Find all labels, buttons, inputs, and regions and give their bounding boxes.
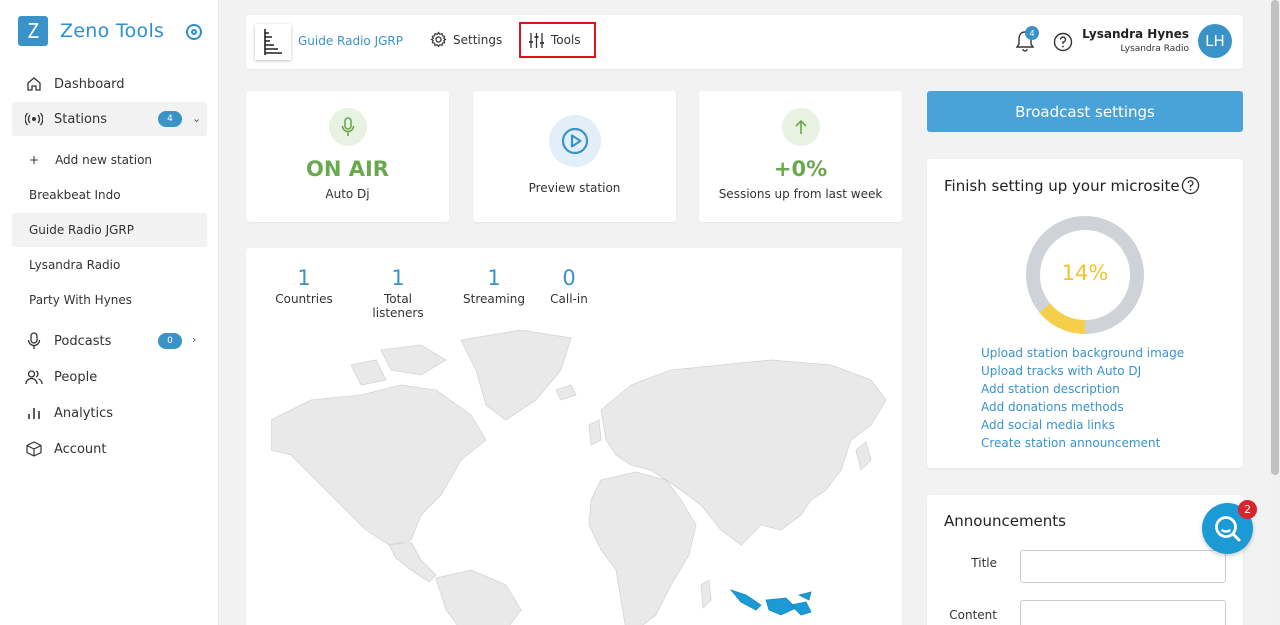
metric-label: Call-in <box>550 292 588 306</box>
stations-count-badge: 4 <box>158 111 182 127</box>
metric-label: Streaming <box>463 292 525 306</box>
microphone-icon <box>24 332 44 350</box>
sidebar-item-people[interactable]: People <box>12 360 207 394</box>
gear-icon <box>430 31 447 48</box>
microsite-task-list: Upload station background image Upload t… <box>981 344 1184 452</box>
sidebar-item-dashboard[interactable]: Dashboard <box>12 67 207 101</box>
arrow-up-icon <box>781 108 820 146</box>
help-icon[interactable] <box>1181 176 1200 195</box>
chat-search-icon <box>1214 515 1240 541</box>
metric-value: 1 <box>297 266 311 290</box>
title-field-label: Title <box>971 556 997 570</box>
announcement-content-input[interactable] <box>1020 600 1226 625</box>
sidebar-item-label: Podcasts <box>54 333 112 349</box>
page-scrollbar[interactable] <box>1269 0 1280 625</box>
sidebar-item-label: Account <box>54 441 107 457</box>
sidebar-item-label: Add new station <box>55 153 153 167</box>
microsite-title: Finish setting up your microsite <box>944 176 1180 195</box>
top-bar: Guide Radio JGRP Settings Tools 4 Lysand… <box>246 15 1243 69</box>
sidebar-item-label: Dashboard <box>54 76 125 92</box>
preview-label: Preview station <box>528 181 621 195</box>
task-link[interactable]: Upload tracks with Auto DJ <box>981 362 1184 380</box>
sidebar-item-station[interactable]: Lysandra Radio <box>12 248 207 282</box>
tools-link[interactable]: Tools <box>519 22 596 58</box>
chevron-down-icon[interactable]: ⌄ <box>192 112 201 125</box>
broadcast-icon <box>24 112 44 126</box>
metric-label: Countries <box>275 292 333 306</box>
brand-logo-icon: Z <box>18 16 48 46</box>
help-icon[interactable] <box>1053 32 1073 56</box>
announcement-title-input[interactable] <box>1020 550 1226 583</box>
sessions-card: +0% Sessions up from last week <box>699 91 902 222</box>
sidebar-item-station[interactable]: Guide Radio JGRP <box>12 213 207 247</box>
sidebar-item-add-station[interactable]: + Add new station <box>12 143 207 177</box>
sidebar-item-label: People <box>54 369 98 385</box>
on-air-sub: Auto Dj <box>325 187 370 201</box>
task-link[interactable]: Create station announcement <box>981 434 1184 452</box>
sidebar-item-stations[interactable]: Stations 4 ⌄ <box>12 102 207 136</box>
scrollbar-thumb[interactable] <box>1271 0 1279 475</box>
sidebar-item-station[interactable]: Breakbeat Indo <box>12 178 207 212</box>
world-map[interactable] <box>271 330 891 625</box>
station-thumbnail[interactable] <box>255 24 291 60</box>
people-icon <box>24 369 44 385</box>
home-icon <box>24 76 44 92</box>
sliders-icon <box>528 32 545 49</box>
metric-value: 1 <box>487 266 501 290</box>
microsite-title-row: Finish setting up your microsite <box>944 176 1200 195</box>
brand[interactable]: Z Zeno Tools <box>18 16 164 46</box>
metric-streaming: 1 Streaming <box>462 266 526 306</box>
metric-call-in: 0 Call-in <box>550 266 588 306</box>
sidebar-item-podcasts[interactable]: Podcasts 0 › <box>12 324 207 358</box>
microphone-icon <box>328 108 367 146</box>
highlighted-country-indonesia <box>729 589 812 616</box>
metric-total-listeners: 1 Total listeners <box>357 266 439 320</box>
current-station-name[interactable]: Guide Radio JGRP <box>298 34 403 48</box>
metric-countries: 1 Countries <box>275 266 333 306</box>
podcasts-count-badge: 0 <box>158 333 182 349</box>
brand-name: Zeno Tools <box>60 20 165 42</box>
announcements-card: Announcements Title Content <box>927 495 1243 625</box>
sessions-change: +0% <box>773 157 828 181</box>
listeners-map-card: 1 Countries 1 Total listeners 1 Streamin… <box>246 248 902 625</box>
metric-label: Total listeners <box>372 292 424 320</box>
sidebar-toggle-icon[interactable] <box>186 24 202 40</box>
settings-link[interactable]: Settings <box>430 31 502 48</box>
on-air-status: ON AIR <box>306 157 389 181</box>
preview-card[interactable]: Preview station <box>473 91 676 222</box>
task-link[interactable]: Upload station background image <box>981 344 1184 362</box>
notifications-count-badge: 4 <box>1025 26 1039 40</box>
task-link[interactable]: Add social media links <box>981 416 1184 434</box>
announcements-title: Announcements <box>944 512 1066 530</box>
play-icon[interactable] <box>548 115 601 167</box>
on-air-card: ON AIR Auto Dj <box>246 91 449 222</box>
metric-value: 0 <box>562 266 576 290</box>
chat-unread-badge: 2 <box>1238 500 1257 519</box>
avatar[interactable]: LH <box>1198 24 1232 58</box>
metric-value: 1 <box>391 266 405 290</box>
sidebar: Z Zeno Tools Dashboard Stations 4 ⌄ + Ad… <box>0 0 219 625</box>
broadcast-settings-button[interactable]: Broadcast settings <box>927 91 1243 132</box>
sidebar-item-analytics[interactable]: Analytics <box>12 396 207 430</box>
user-name[interactable]: Lysandra Hynes <box>1082 27 1189 41</box>
sidebar-item-station[interactable]: Party With Hynes <box>12 283 207 317</box>
sidebar-item-account[interactable]: Account <box>12 432 207 466</box>
sidebar-item-label: Analytics <box>54 405 114 421</box>
content-field-label: Content <box>949 608 997 622</box>
microsite-progress-label: 14% <box>1061 261 1109 285</box>
cube-icon <box>24 441 44 457</box>
microsite-setup-card: Finish setting up your microsite 14% Upl… <box>927 159 1243 468</box>
chevron-right-icon[interactable]: › <box>192 333 196 346</box>
plus-icon: + <box>29 153 40 167</box>
sidebar-item-label: Stations <box>54 111 107 127</box>
task-link[interactable]: Add station description <box>981 380 1184 398</box>
settings-label: Settings <box>453 32 503 47</box>
sessions-sub: Sessions up from last week <box>718 187 883 201</box>
tools-label: Tools <box>551 33 581 47</box>
user-station: Lysandra Radio <box>1120 44 1189 54</box>
analytics-icon <box>24 406 44 420</box>
task-link[interactable]: Add donations methods <box>981 398 1184 416</box>
